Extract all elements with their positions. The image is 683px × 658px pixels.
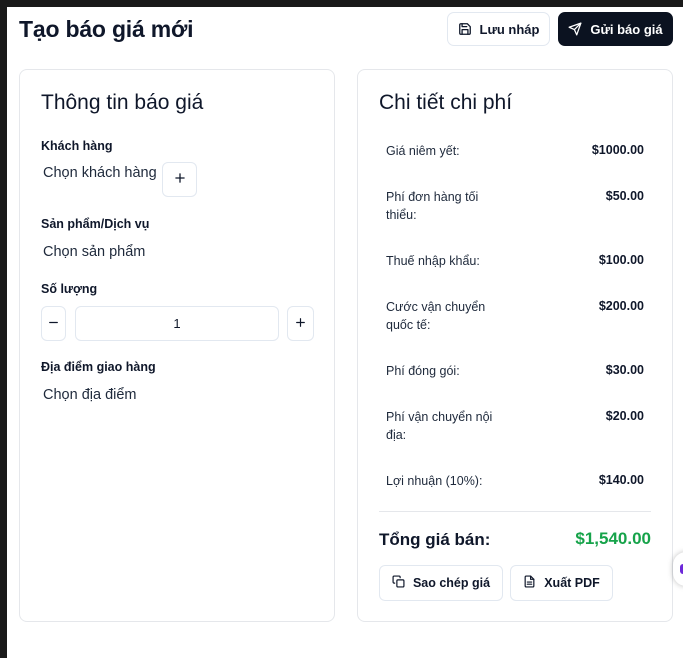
cost-value: $20.00	[605, 409, 644, 423]
product-select[interactable]: Chọn sản phẩm	[43, 244, 145, 260]
minus-icon	[47, 313, 60, 334]
total-value: $1,540.00	[575, 529, 651, 548]
product-label: Sản phẩm/Dịch vụ	[41, 217, 150, 231]
save-icon	[458, 22, 472, 36]
add-customer-button[interactable]	[162, 162, 197, 197]
window-frame-top	[0, 0, 683, 7]
delivery-location-select[interactable]: Chọn địa điểm	[43, 387, 137, 403]
cost-value: $1000.00	[591, 143, 644, 157]
cost-label: Giá niêm yết:	[386, 144, 460, 158]
file-text-icon	[523, 575, 536, 591]
increment-quantity-button[interactable]	[287, 306, 314, 341]
cost-value: $100.00	[598, 253, 644, 267]
export-pdf-button[interactable]: Xuất PDF	[510, 565, 613, 601]
cost-detail-card: Chi tiết chi phí Giá niêm yết: $1000.00 …	[357, 69, 673, 622]
window-frame-left	[0, 0, 7, 658]
cost-label: Cước vận chuyển quốc tế:	[386, 300, 486, 332]
quote-info-title: Thông tin báo giá	[41, 91, 204, 114]
delivery-location-label: Địa điểm giao hàng	[41, 360, 156, 374]
cost-label: Lợi nhuận (10%):	[386, 474, 483, 488]
save-draft-button[interactable]: Lưu nháp	[447, 12, 550, 46]
copy-icon	[392, 575, 405, 591]
cost-label: Thuế nhập khẩu:	[386, 254, 480, 268]
plus-icon	[173, 169, 187, 190]
plus-icon	[294, 313, 307, 334]
send-icon	[568, 22, 582, 36]
cost-label: Phí đóng gói:	[386, 364, 460, 378]
quantity-label: Số lượng	[41, 282, 98, 296]
customer-label: Khách hàng	[41, 139, 113, 153]
total-label: Tổng giá bán:	[379, 530, 491, 549]
send-quote-label: Gửi báo giá	[590, 21, 663, 37]
copy-price-label: Sao chép giá	[412, 576, 491, 590]
cost-value: $200.00	[598, 299, 644, 313]
cost-label: Phí đơn hàng tối thiểu:	[386, 190, 479, 222]
send-quote-button[interactable]: Gửi báo giá	[558, 12, 673, 46]
cost-value: $30.00	[605, 363, 644, 377]
customer-select[interactable]: Chọn khách hàng	[43, 165, 157, 181]
cost-value: $140.00	[598, 473, 644, 487]
decrement-quantity-button[interactable]	[41, 306, 66, 341]
cost-value: $50.00	[605, 189, 644, 203]
quantity-input[interactable]: 1	[75, 306, 279, 341]
save-draft-label: Lưu nháp	[479, 21, 540, 37]
export-pdf-label: Xuất PDF	[544, 576, 600, 590]
cost-detail-title: Chi tiết chi phí	[379, 91, 513, 114]
copy-price-button[interactable]: Sao chép giá	[379, 565, 503, 601]
total-divider	[379, 511, 651, 512]
cost-label: Phí vận chuyển nội địa:	[386, 410, 493, 442]
page-title: Tạo báo giá mới	[19, 16, 194, 42]
quote-info-card: Thông tin báo giá Khách hàng Chọn khách …	[19, 69, 335, 622]
